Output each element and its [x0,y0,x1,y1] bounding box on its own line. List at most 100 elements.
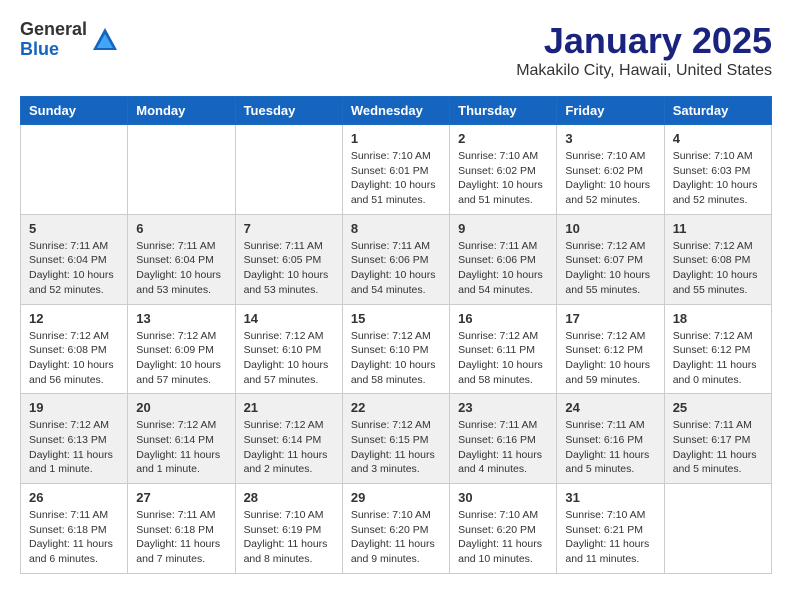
day-number: 10 [565,221,655,236]
weekday-header-sunday: Sunday [21,97,128,125]
day-info: Sunrise: 7:11 AMSunset: 6:18 PMDaylight:… [29,508,119,567]
day-info: Sunrise: 7:12 AMSunset: 6:14 PMDaylight:… [244,418,334,477]
calendar-cell [128,125,235,215]
calendar-cell: 12 Sunrise: 7:12 AMSunset: 6:08 PMDayligh… [21,304,128,394]
logo: General Blue [20,20,119,60]
day-number: 8 [351,221,441,236]
calendar-cell [21,125,128,215]
calendar-cell: 29Sunrise: 7:10 AMSunset: 6:20 PMDayligh… [342,484,449,574]
weekday-header-saturday: Saturday [664,97,771,125]
weekday-header-tuesday: Tuesday [235,97,342,125]
logo-blue-text: Blue [20,40,87,60]
day-info: Sunrise: 7:12 AMSunset: 6:12 PMDaylight:… [673,329,763,388]
logo-general-text: General [20,20,87,40]
calendar-cell: 21Sunrise: 7:12 AMSunset: 6:14 PMDayligh… [235,394,342,484]
day-info: Sunrise: 7:12 AMSunset: 6:07 PMDaylight:… [565,239,655,298]
day-info: Sunrise: 7:12 AMSunset: 6:09 PMDaylight:… [136,329,226,388]
day-number: 4 [673,131,763,146]
weekday-header-wednesday: Wednesday [342,97,449,125]
calendar-cell: 20 Sunrise: 7:12 AMSunset: 6:14 PMDayligh… [128,394,235,484]
day-number: 22 [351,400,441,415]
day-number: 18 [673,311,763,326]
calendar-cell: 30 Sunrise: 7:10 AMSunset: 6:20 PMDayligh… [450,484,557,574]
calendar-cell: 19 Sunrise: 7:12 AMSunset: 6:13 PMDayligh… [21,394,128,484]
day-number: 16 [458,311,548,326]
week-row-2: 5 Sunrise: 7:11 AMSunset: 6:04 PMDaylight… [21,214,772,304]
calendar-cell: 18 Sunrise: 7:12 AMSunset: 6:12 PMDayligh… [664,304,771,394]
calendar-cell: 5 Sunrise: 7:11 AMSunset: 6:04 PMDaylight… [21,214,128,304]
day-info: Sunrise: 7:12 AMSunset: 6:10 PMDaylight:… [244,329,334,388]
calendar-cell: 11Sunrise: 7:12 AMSunset: 6:08 PMDayligh… [664,214,771,304]
page-header: General Blue January 2025 Makakilo City,… [20,20,772,80]
weekday-header-thursday: Thursday [450,97,557,125]
weekday-header-monday: Monday [128,97,235,125]
day-number: 2 [458,131,548,146]
day-number: 12 [29,311,119,326]
calendar-cell: 23Sunrise: 7:11 AMSunset: 6:16 PMDayligh… [450,394,557,484]
day-info: Sunrise: 7:12 AMSunset: 6:12 PMDaylight:… [565,329,655,388]
calendar-cell: 13 Sunrise: 7:12 AMSunset: 6:09 PMDayligh… [128,304,235,394]
calendar-cell [664,484,771,574]
day-number: 13 [136,311,226,326]
day-number: 3 [565,131,655,146]
weekday-header-row: SundayMondayTuesdayWednesdayThursdayFrid… [21,97,772,125]
calendar-cell: 26 Sunrise: 7:11 AMSunset: 6:18 PMDayligh… [21,484,128,574]
calendar-cell: 4 Sunrise: 7:10 AMSunset: 6:03 PMDaylight… [664,125,771,215]
calendar-cell: 25Sunrise: 7:11 AMSunset: 6:17 PMDayligh… [664,394,771,484]
calendar-cell: 22Sunrise: 7:12 AMSunset: 6:15 PMDayligh… [342,394,449,484]
day-info: Sunrise: 7:11 AMSunset: 6:04 PMDaylight:… [136,239,226,298]
day-number: 25 [673,400,763,415]
day-info: Sunrise: 7:10 AMSunset: 6:01 PMDaylight:… [351,149,441,208]
day-number: 20 [136,400,226,415]
day-info: Sunrise: 7:10 AMSunset: 6:03 PMDaylight:… [673,149,763,208]
day-info: Sunrise: 7:11 AMSunset: 6:06 PMDaylight:… [458,239,548,298]
calendar-table: SundayMondayTuesdayWednesdayThursdayFrid… [20,96,772,574]
day-info: Sunrise: 7:11 AMSunset: 6:16 PMDaylight:… [565,418,655,477]
calendar-cell: 16 Sunrise: 7:12 AMSunset: 6:11 PMDayligh… [450,304,557,394]
day-number: 17 [565,311,655,326]
day-info: Sunrise: 7:12 AMSunset: 6:11 PMDaylight:… [458,329,548,388]
day-info: Sunrise: 7:12 AMSunset: 6:10 PMDaylight:… [351,329,441,388]
day-info: Sunrise: 7:11 AMSunset: 6:18 PMDaylight:… [136,508,226,567]
day-info: Sunrise: 7:12 AMSunset: 6:14 PMDaylight:… [136,418,226,477]
calendar-cell: 10 Sunrise: 7:12 AMSunset: 6:07 PMDayligh… [557,214,664,304]
day-number: 5 [29,221,119,236]
day-info: Sunrise: 7:11 AMSunset: 6:05 PMDaylight:… [244,239,334,298]
day-number: 7 [244,221,334,236]
day-info: Sunrise: 7:12 AMSunset: 6:08 PMDaylight:… [673,239,763,298]
calendar-cell: 8 Sunrise: 7:11 AMSunset: 6:06 PMDaylight… [342,214,449,304]
week-row-4: 19 Sunrise: 7:12 AMSunset: 6:13 PMDayligh… [21,394,772,484]
calendar-cell: 24Sunrise: 7:11 AMSunset: 6:16 PMDayligh… [557,394,664,484]
week-row-1: 1Sunrise: 7:10 AMSunset: 6:01 PMDaylight… [21,125,772,215]
day-number: 29 [351,490,441,505]
calendar-cell [235,125,342,215]
day-info: Sunrise: 7:10 AMSunset: 6:21 PMDaylight:… [565,508,655,567]
month-title: January 2025 [516,20,772,62]
location: Makakilo City, Hawaii, United States [516,62,772,80]
calendar-cell: 6 Sunrise: 7:11 AMSunset: 6:04 PMDaylight… [128,214,235,304]
calendar-cell: 9Sunrise: 7:11 AMSunset: 6:06 PMDaylight… [450,214,557,304]
title-section: January 2025 Makakilo City, Hawaii, Unit… [516,20,772,80]
day-number: 28 [244,490,334,505]
day-info: Sunrise: 7:12 AMSunset: 6:13 PMDaylight:… [29,418,119,477]
calendar-cell: 3Sunrise: 7:10 AMSunset: 6:02 PMDaylight… [557,125,664,215]
day-info: Sunrise: 7:10 AMSunset: 6:20 PMDaylight:… [458,508,548,567]
day-number: 15 [351,311,441,326]
day-info: Sunrise: 7:10 AMSunset: 6:19 PMDaylight:… [244,508,334,567]
day-info: Sunrise: 7:12 AMSunset: 6:08 PMDaylight:… [29,329,119,388]
calendar-cell: 17 Sunrise: 7:12 AMSunset: 6:12 PMDayligh… [557,304,664,394]
day-number: 30 [458,490,548,505]
day-number: 31 [565,490,655,505]
day-number: 6 [136,221,226,236]
day-info: Sunrise: 7:11 AMSunset: 6:06 PMDaylight:… [351,239,441,298]
day-number: 26 [29,490,119,505]
week-row-3: 12 Sunrise: 7:12 AMSunset: 6:08 PMDayligh… [21,304,772,394]
day-number: 14 [244,311,334,326]
day-info: Sunrise: 7:11 AMSunset: 6:04 PMDaylight:… [29,239,119,298]
calendar-cell: 2 Sunrise: 7:10 AMSunset: 6:02 PMDaylight… [450,125,557,215]
calendar-cell: 31 Sunrise: 7:10 AMSunset: 6:21 PMDayligh… [557,484,664,574]
day-number: 19 [29,400,119,415]
day-info: Sunrise: 7:10 AMSunset: 6:02 PMDaylight:… [458,149,548,208]
calendar-cell: 7 Sunrise: 7:11 AMSunset: 6:05 PMDaylight… [235,214,342,304]
logo-icon [91,26,119,54]
